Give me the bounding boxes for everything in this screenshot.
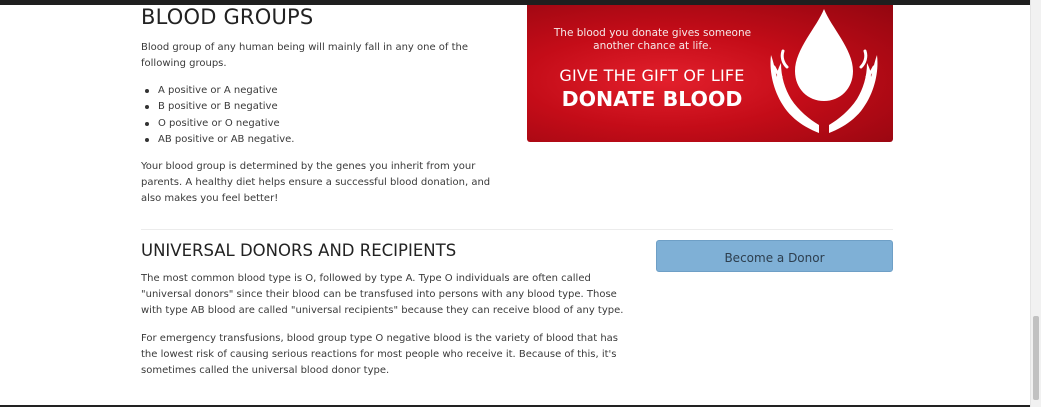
banner-headline: GIVE THE GIFT OF LIFE [559, 66, 745, 85]
become-donor-button[interactable]: Become a Donor [656, 240, 893, 272]
donate-blood-banner: The blood you donate gives someone anoth… [527, 5, 893, 142]
blood-groups-intro: Blood group of any human being will main… [141, 42, 469, 70]
scrollbar-thumb[interactable] [1033, 316, 1039, 400]
vertical-scrollbar[interactable] [1030, 0, 1041, 407]
list-item: O positive or O negative [144, 116, 294, 132]
banner-tagline: The blood you donate gives someone anoth… [553, 27, 752, 52]
list-item: B positive or B negative [144, 99, 294, 115]
universal-donors-heading: UNIVERSAL DONORS AND RECIPIENTS [141, 241, 457, 260]
blood-groups-heading: BLOOD GROUPS [141, 5, 314, 29]
universal-paragraph-1: The most common blood type is O, followe… [141, 273, 624, 317]
section-divider [141, 229, 893, 230]
blood-drop-hands-icon [770, 9, 878, 133]
genes-paragraph: Your blood group is determined by the ge… [141, 161, 491, 205]
blood-group-list: A positive or A negative B positive or B… [141, 83, 294, 148]
list-item: AB positive or AB negative. [144, 132, 294, 148]
list-item: A positive or A negative [144, 83, 294, 99]
universal-paragraph-2: For emergency transfusions, blood group … [141, 333, 619, 377]
banner-cta-text: DONATE BLOOD [561, 87, 743, 111]
